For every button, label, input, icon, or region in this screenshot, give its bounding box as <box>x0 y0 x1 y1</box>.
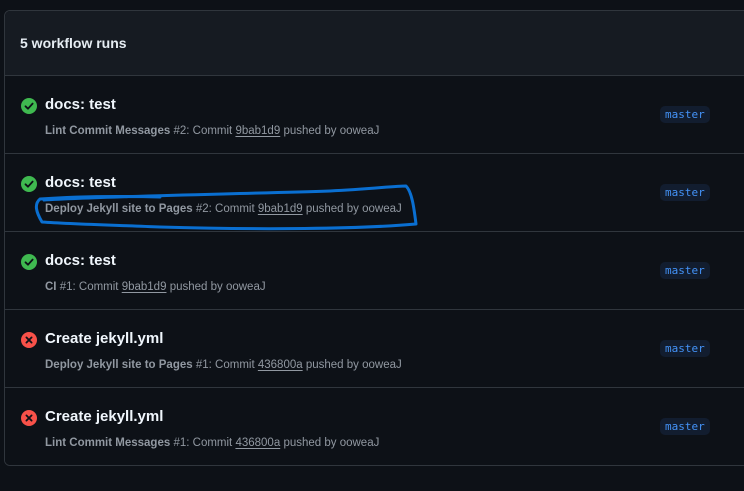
run-number: #2 <box>195 203 209 215</box>
check-circle-icon <box>21 254 37 270</box>
commit-sha-link[interactable]: 436800a <box>235 437 280 449</box>
workflow-runs-header: 5 workflow runs <box>5 11 744 76</box>
commit-sha-link[interactable]: 9bab1d9 <box>235 125 280 137</box>
x-circle-icon <box>21 410 37 426</box>
run-meta: CI #1: Commit 9bab1d9 pushed by ooweaJ <box>45 281 266 293</box>
workflow-run-row[interactable]: Create jekyll.yml Lint Commit Messages #… <box>5 388 744 465</box>
workflow-run-row[interactable]: docs: test CI #1: Commit 9bab1d9 pushed … <box>5 232 744 310</box>
run-title-link[interactable]: docs: test <box>45 96 116 113</box>
commit-sha-link[interactable]: 436800a <box>258 359 303 371</box>
workflow-runs-panel: 5 workflow runs docs: test Lint Commit M… <box>4 10 744 466</box>
check-circle-icon <box>21 98 37 114</box>
workflow-name: Deploy Jekyll site to Pages <box>45 203 193 215</box>
run-title-link[interactable]: Create jekyll.yml <box>45 330 163 347</box>
run-number: #1 <box>173 437 187 449</box>
commit-label: : Commit <box>208 359 255 371</box>
branch-badge[interactable]: master <box>660 340 710 357</box>
run-title-link[interactable]: docs: test <box>45 174 116 191</box>
branch-badge[interactable]: master <box>660 262 710 279</box>
run-number: #2 <box>173 125 187 137</box>
run-title-link[interactable]: docs: test <box>45 252 116 269</box>
workflow-run-row[interactable]: Create jekyll.yml Deploy Jekyll site to … <box>5 310 744 388</box>
check-circle-icon <box>21 176 37 192</box>
branch-badge[interactable]: master <box>660 184 710 201</box>
commit-sha-link[interactable]: 9bab1d9 <box>258 203 303 215</box>
workflow-name: CI <box>45 281 57 293</box>
commit-label: : Commit <box>72 281 119 293</box>
workflow-name: Lint Commit Messages <box>45 125 171 137</box>
workflow-runs-count: 5 workflow runs <box>20 35 127 51</box>
pushed-by: pushed by ooweaJ <box>169 281 266 293</box>
pushed-by: pushed by ooweaJ <box>283 125 380 137</box>
run-meta: Lint Commit Messages #1: Commit 436800a … <box>45 437 379 449</box>
branch-badge[interactable]: master <box>660 106 710 123</box>
run-meta: Deploy Jekyll site to Pages #1: Commit 4… <box>45 359 402 371</box>
workflow-name: Lint Commit Messages <box>45 437 171 449</box>
commit-label: : Commit <box>186 125 233 137</box>
run-number: #1 <box>195 359 209 371</box>
workflow-run-row[interactable]: docs: test Deploy Jekyll site to Pages #… <box>5 154 744 232</box>
commit-label: : Commit <box>186 437 233 449</box>
pushed-by: pushed by ooweaJ <box>305 203 402 215</box>
x-circle-icon <box>21 332 37 348</box>
workflow-name: Deploy Jekyll site to Pages <box>45 359 193 371</box>
pushed-by: pushed by ooweaJ <box>283 437 380 449</box>
commit-sha-link[interactable]: 9bab1d9 <box>122 281 167 293</box>
run-meta: Deploy Jekyll site to Pages #2: Commit 9… <box>45 203 402 215</box>
commit-label: : Commit <box>208 203 255 215</box>
pushed-by: pushed by ooweaJ <box>305 359 402 371</box>
branch-badge[interactable]: master <box>660 418 710 435</box>
workflow-run-row[interactable]: docs: test Lint Commit Messages #2: Comm… <box>5 76 744 154</box>
run-title-link[interactable]: Create jekyll.yml <box>45 408 163 425</box>
run-number: #1 <box>59 281 73 293</box>
run-meta: Lint Commit Messages #2: Commit 9bab1d9 … <box>45 125 379 137</box>
